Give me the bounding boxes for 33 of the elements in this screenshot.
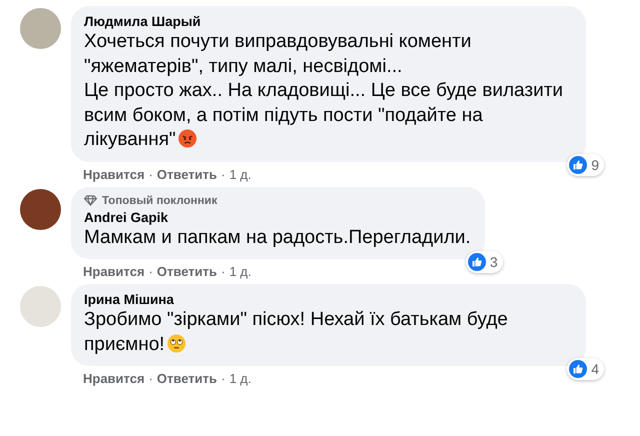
comment-time[interactable]: 1 д. bbox=[229, 371, 252, 386]
author-name[interactable]: Ірина Мішина bbox=[84, 292, 572, 307]
comment-action-link[interactable]: Нравится bbox=[83, 264, 145, 279]
separator-dot: · bbox=[148, 371, 153, 386]
comment-action-link[interactable]: Нравится bbox=[83, 166, 145, 182]
author-name[interactable]: Людмила Шарый bbox=[84, 14, 572, 29]
thumbs-up-icon bbox=[569, 156, 588, 174]
comment-text: Хочеться почути виправдовувальні коменти "яжематерів", типу малі, несвідомі... bbox=[84, 30, 472, 78]
separator-dot: · bbox=[148, 166, 153, 182]
comment-text: Це просто жах.. На кладовищі... Це все буде вилазити всим боком, а потім підуть пости "подайте на лікування" bbox=[84, 79, 564, 152]
comment-action-link[interactable]: Ответить bbox=[156, 166, 217, 182]
like-count-badge[interactable]: 4 bbox=[567, 358, 604, 380]
like-count-badge[interactable]: 3 bbox=[466, 251, 503, 273]
comment-time[interactable]: 1 д. bbox=[229, 264, 252, 279]
comment-action-link[interactable]: Ответить bbox=[156, 264, 217, 279]
separator-dot: · bbox=[148, 264, 153, 279]
comment-text: Мамкам и папкам на радость.Перегладили. bbox=[84, 226, 471, 250]
like-count-badge[interactable]: 9 bbox=[567, 154, 604, 176]
comment-action-link[interactable]: Ответить bbox=[156, 371, 217, 386]
comment-action-link[interactable]: Нравится bbox=[83, 371, 145, 386]
comment-time[interactable]: 1 д. bbox=[229, 166, 252, 182]
diamond-icon bbox=[84, 195, 97, 206]
badge-label: Топовый поклонник bbox=[102, 194, 218, 206]
separator-dot: · bbox=[220, 371, 226, 386]
thumbs-up-icon bbox=[468, 253, 486, 271]
separator-dot: · bbox=[220, 166, 226, 182]
avatar-placeholder[interactable] bbox=[20, 188, 61, 230]
comment-text: Зробимо "зірками" пісюх! Нехай їх батькам буде приємно! bbox=[84, 308, 509, 356]
author-name[interactable]: Andrei Gapik bbox=[84, 210, 471, 224]
eye-roll-face-icon bbox=[166, 334, 186, 352]
thumbs-up-icon bbox=[569, 360, 588, 378]
angry-face-icon bbox=[178, 129, 197, 148]
separator-dot: · bbox=[220, 264, 226, 279]
